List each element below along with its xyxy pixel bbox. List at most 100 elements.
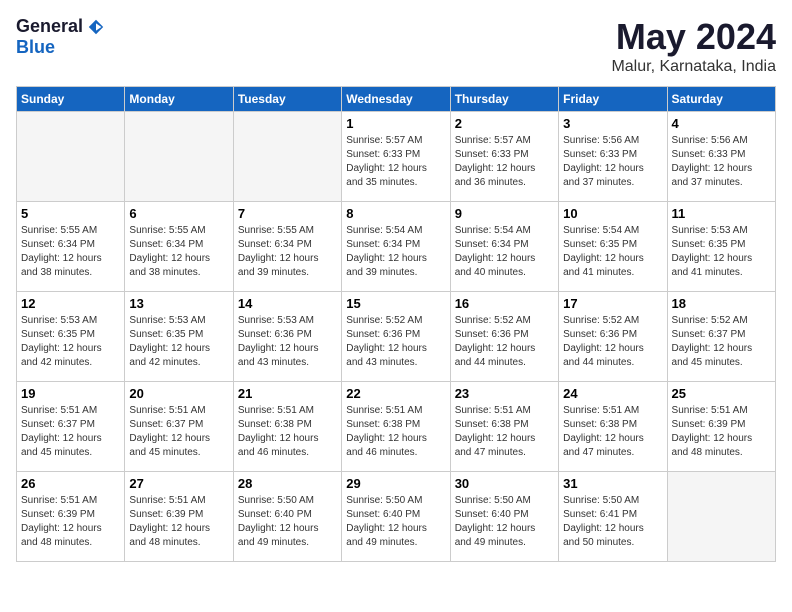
- calendar-cell: 24 Sunrise: 5:51 AM Sunset: 6:38 PM Dayli…: [559, 382, 667, 472]
- logo-general: General: [16, 16, 83, 37]
- day-info: Sunrise: 5:52 AM Sunset: 6:36 PM Dayligh…: [455, 314, 554, 370]
- calendar-cell: 15 Sunrise: 5:52 AM Sunset: 6:36 PM Dayli…: [342, 292, 450, 382]
- calendar-header-monday: Monday: [125, 87, 233, 112]
- calendar-cell: 11 Sunrise: 5:53 AM Sunset: 6:35 PM Dayli…: [667, 202, 775, 292]
- calendar-body: 1 Sunrise: 5:57 AM Sunset: 6:33 PM Daylig…: [17, 112, 776, 562]
- day-number: 4: [672, 116, 771, 131]
- calendar-cell: 1 Sunrise: 5:57 AM Sunset: 6:33 PM Daylig…: [342, 112, 450, 202]
- day-info: Sunrise: 5:51 AM Sunset: 6:39 PM Dayligh…: [21, 494, 120, 550]
- day-number: 30: [455, 476, 554, 491]
- day-info: Sunrise: 5:56 AM Sunset: 6:33 PM Dayligh…: [672, 134, 771, 190]
- day-number: 17: [563, 296, 662, 311]
- calendar-header-row: SundayMondayTuesdayWednesdayThursdayFrid…: [17, 87, 776, 112]
- day-info: Sunrise: 5:54 AM Sunset: 6:34 PM Dayligh…: [346, 224, 445, 280]
- calendar-cell: 23 Sunrise: 5:51 AM Sunset: 6:38 PM Dayli…: [450, 382, 558, 472]
- day-info: Sunrise: 5:51 AM Sunset: 6:39 PM Dayligh…: [129, 494, 228, 550]
- day-info: Sunrise: 5:53 AM Sunset: 6:35 PM Dayligh…: [21, 314, 120, 370]
- day-number: 2: [455, 116, 554, 131]
- day-number: 18: [672, 296, 771, 311]
- day-info: Sunrise: 5:52 AM Sunset: 6:37 PM Dayligh…: [672, 314, 771, 370]
- day-info: Sunrise: 5:52 AM Sunset: 6:36 PM Dayligh…: [563, 314, 662, 370]
- calendar-header-wednesday: Wednesday: [342, 87, 450, 112]
- day-number: 11: [672, 206, 771, 221]
- calendar-cell: 30 Sunrise: 5:50 AM Sunset: 6:40 PM Dayli…: [450, 472, 558, 562]
- day-number: 10: [563, 206, 662, 221]
- calendar-header-tuesday: Tuesday: [233, 87, 341, 112]
- day-number: 28: [238, 476, 337, 491]
- day-info: Sunrise: 5:57 AM Sunset: 6:33 PM Dayligh…: [346, 134, 445, 190]
- day-info: Sunrise: 5:50 AM Sunset: 6:40 PM Dayligh…: [455, 494, 554, 550]
- logo: General Blue: [16, 16, 105, 58]
- week-row-1: 1 Sunrise: 5:57 AM Sunset: 6:33 PM Daylig…: [17, 112, 776, 202]
- day-number: 13: [129, 296, 228, 311]
- day-number: 15: [346, 296, 445, 311]
- month-title: May 2024: [611, 16, 776, 58]
- week-row-5: 26 Sunrise: 5:51 AM Sunset: 6:39 PM Dayli…: [17, 472, 776, 562]
- day-number: 24: [563, 386, 662, 401]
- logo-icon: [87, 18, 105, 36]
- calendar-cell: 5 Sunrise: 5:55 AM Sunset: 6:34 PM Daylig…: [17, 202, 125, 292]
- calendar-header-saturday: Saturday: [667, 87, 775, 112]
- week-row-2: 5 Sunrise: 5:55 AM Sunset: 6:34 PM Daylig…: [17, 202, 776, 292]
- day-number: 22: [346, 386, 445, 401]
- calendar-cell: 8 Sunrise: 5:54 AM Sunset: 6:34 PM Daylig…: [342, 202, 450, 292]
- day-number: 23: [455, 386, 554, 401]
- day-number: 12: [21, 296, 120, 311]
- day-info: Sunrise: 5:51 AM Sunset: 6:38 PM Dayligh…: [455, 404, 554, 460]
- day-number: 7: [238, 206, 337, 221]
- calendar-cell: [125, 112, 233, 202]
- day-info: Sunrise: 5:55 AM Sunset: 6:34 PM Dayligh…: [238, 224, 337, 280]
- day-info: Sunrise: 5:53 AM Sunset: 6:35 PM Dayligh…: [129, 314, 228, 370]
- calendar-header-friday: Friday: [559, 87, 667, 112]
- calendar-cell: 18 Sunrise: 5:52 AM Sunset: 6:37 PM Dayli…: [667, 292, 775, 382]
- calendar-header-thursday: Thursday: [450, 87, 558, 112]
- day-number: 5: [21, 206, 120, 221]
- day-number: 26: [21, 476, 120, 491]
- calendar: SundayMondayTuesdayWednesdayThursdayFrid…: [16, 86, 776, 562]
- day-number: 29: [346, 476, 445, 491]
- calendar-cell: 28Sunrise: 5:50 AM Sunset: 6:40 PM Dayli…: [233, 472, 341, 562]
- day-number: 25: [672, 386, 771, 401]
- calendar-cell: 26 Sunrise: 5:51 AM Sunset: 6:39 PM Dayli…: [17, 472, 125, 562]
- calendar-cell: 14Sunrise: 5:53 AM Sunset: 6:36 PM Dayli…: [233, 292, 341, 382]
- day-info: Sunrise: 5:55 AM Sunset: 6:34 PM Dayligh…: [21, 224, 120, 280]
- calendar-cell: 25 Sunrise: 5:51 AM Sunset: 6:39 PM Dayli…: [667, 382, 775, 472]
- calendar-cell: 29Sunrise: 5:50 AM Sunset: 6:40 PM Dayli…: [342, 472, 450, 562]
- calendar-cell: [17, 112, 125, 202]
- day-info: Sunrise: 5:54 AM Sunset: 6:34 PM Dayligh…: [455, 224, 554, 280]
- day-number: 1: [346, 116, 445, 131]
- calendar-cell: 9 Sunrise: 5:54 AM Sunset: 6:34 PM Daylig…: [450, 202, 558, 292]
- day-number: 16: [455, 296, 554, 311]
- calendar-cell: 7 Sunrise: 5:55 AM Sunset: 6:34 PM Daylig…: [233, 202, 341, 292]
- day-info: Sunrise: 5:52 AM Sunset: 6:36 PM Dayligh…: [346, 314, 445, 370]
- calendar-cell: 3Sunrise: 5:56 AM Sunset: 6:33 PM Daylig…: [559, 112, 667, 202]
- week-row-4: 19Sunrise: 5:51 AM Sunset: 6:37 PM Dayli…: [17, 382, 776, 472]
- day-info: Sunrise: 5:51 AM Sunset: 6:39 PM Dayligh…: [672, 404, 771, 460]
- calendar-cell: 10Sunrise: 5:54 AM Sunset: 6:35 PM Dayli…: [559, 202, 667, 292]
- day-number: 9: [455, 206, 554, 221]
- day-info: Sunrise: 5:53 AM Sunset: 6:36 PM Dayligh…: [238, 314, 337, 370]
- calendar-cell: 17 Sunrise: 5:52 AM Sunset: 6:36 PM Dayli…: [559, 292, 667, 382]
- day-info: Sunrise: 5:51 AM Sunset: 6:37 PM Dayligh…: [129, 404, 228, 460]
- day-number: 21: [238, 386, 337, 401]
- calendar-cell: 31Sunrise: 5:50 AM Sunset: 6:41 PM Dayli…: [559, 472, 667, 562]
- day-info: Sunrise: 5:51 AM Sunset: 6:38 PM Dayligh…: [346, 404, 445, 460]
- day-number: 3: [563, 116, 662, 131]
- day-info: Sunrise: 5:51 AM Sunset: 6:38 PM Dayligh…: [563, 404, 662, 460]
- day-number: 8: [346, 206, 445, 221]
- day-number: 6: [129, 206, 228, 221]
- calendar-cell: 21Sunrise: 5:51 AM Sunset: 6:38 PM Dayli…: [233, 382, 341, 472]
- calendar-cell: 20 Sunrise: 5:51 AM Sunset: 6:37 PM Dayli…: [125, 382, 233, 472]
- day-info: Sunrise: 5:50 AM Sunset: 6:41 PM Dayligh…: [563, 494, 662, 550]
- title-section: May 2024 Malur, Karnataka, India: [611, 16, 776, 76]
- week-row-3: 12 Sunrise: 5:53 AM Sunset: 6:35 PM Dayli…: [17, 292, 776, 382]
- day-number: 20: [129, 386, 228, 401]
- logo-blue: Blue: [16, 37, 55, 58]
- day-info: Sunrise: 5:53 AM Sunset: 6:35 PM Dayligh…: [672, 224, 771, 280]
- calendar-cell: 13 Sunrise: 5:53 AM Sunset: 6:35 PM Dayli…: [125, 292, 233, 382]
- calendar-cell: 2Sunrise: 5:57 AM Sunset: 6:33 PM Daylig…: [450, 112, 558, 202]
- day-info: Sunrise: 5:55 AM Sunset: 6:34 PM Dayligh…: [129, 224, 228, 280]
- page-header: General Blue May 2024 Malur, Karnataka, …: [16, 16, 776, 76]
- day-info: Sunrise: 5:51 AM Sunset: 6:37 PM Dayligh…: [21, 404, 120, 460]
- calendar-cell: 12 Sunrise: 5:53 AM Sunset: 6:35 PM Dayli…: [17, 292, 125, 382]
